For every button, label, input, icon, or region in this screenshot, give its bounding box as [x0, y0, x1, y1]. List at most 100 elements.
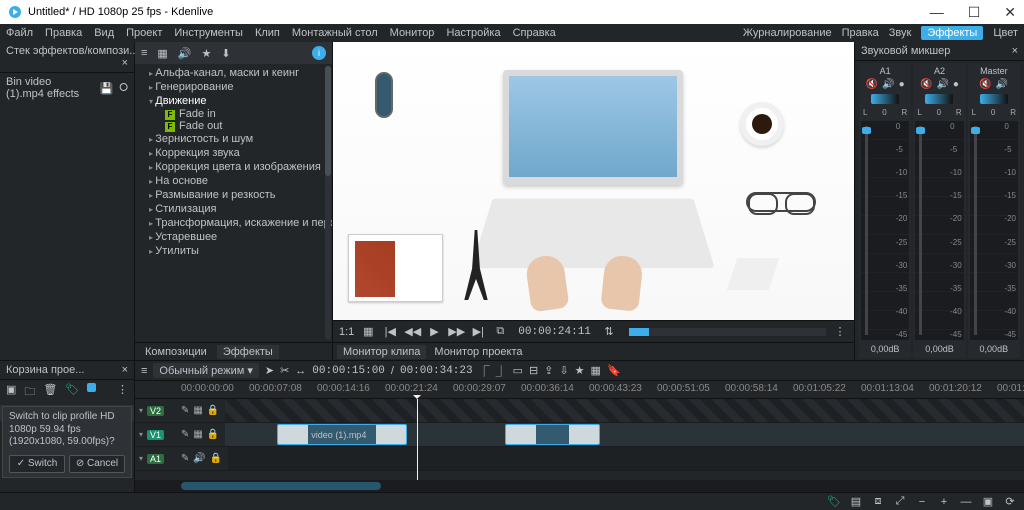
skip-end-icon[interactable]: ▶| — [470, 325, 486, 338]
menu-view[interactable]: Вид — [94, 27, 114, 39]
mixer-close-icon[interactable]: × — [1012, 45, 1018, 57]
timeline-ruler[interactable]: 00:00:00:00 00:00:07:08 00:00:14:16 00:0… — [135, 381, 1024, 399]
pan-slider[interactable] — [925, 94, 953, 104]
expand-track-icon[interactable]: ▾ — [139, 430, 143, 439]
mute-audio-icon[interactable]: 🔊 — [193, 453, 205, 464]
toggle-icon[interactable]: ⭘ — [119, 82, 128, 95]
workspace-color[interactable]: Цвет — [993, 27, 1018, 39]
db-value[interactable]: 0,00dB — [980, 342, 1009, 356]
tab-effects[interactable]: Эффекты — [217, 345, 279, 359]
panel-close-icon[interactable]: × — [122, 57, 128, 69]
skip-start-icon[interactable]: |◀ — [382, 325, 398, 338]
effect-category-motion[interactable]: Движение — [135, 94, 332, 108]
track-lane[interactable] — [228, 447, 1024, 470]
workspace-editing[interactable]: Правка — [842, 27, 879, 39]
maximize-button[interactable]: ☐ — [968, 4, 981, 21]
star-icon[interactable]: ★ — [202, 47, 212, 60]
bin-options-icon[interactable]: ⋮ — [117, 383, 128, 402]
solo-icon[interactable]: 🔊 — [882, 79, 894, 90]
favorite-effects-icon[interactable]: ★ — [575, 364, 585, 377]
playhead[interactable] — [417, 399, 418, 480]
preview-render-icon[interactable]: ▦ — [591, 364, 601, 377]
zone-out-icon[interactable]: ⏌ — [496, 363, 507, 379]
solo-icon[interactable]: 🔊 — [936, 79, 948, 90]
mute-icon[interactable]: 🔇 — [866, 79, 878, 90]
workspace-logging[interactable]: Журналирование — [743, 27, 832, 39]
minimize-button[interactable]: — — [930, 4, 944, 21]
timeline-clip[interactable]: video (1).mp4 — [277, 424, 407, 445]
effects-scrollbar-thumb[interactable] — [325, 66, 331, 176]
effect-category-color-correction[interactable]: Коррекция цвета и изображения — [135, 160, 332, 174]
overwrite-icon[interactable]: ▭ — [513, 364, 523, 377]
rewind-icon[interactable]: ◀◀ — [404, 325, 420, 338]
track-label[interactable]: V1 — [147, 430, 164, 440]
download-icon[interactable]: ⬇ — [221, 47, 230, 60]
menu-file[interactable]: Файл — [6, 27, 33, 39]
status-thumbs-icon[interactable]: ▤ — [848, 495, 864, 509]
status-snap-icon[interactable]: ⧈ — [870, 495, 886, 509]
rec-icon[interactable]: ● — [899, 79, 905, 90]
new-folder-icon[interactable]: 🗀 — [24, 383, 35, 402]
zoom-ratio[interactable]: 1:1 — [339, 326, 354, 338]
fader-thumb[interactable] — [862, 127, 871, 134]
effect-fade-in[interactable]: FFade in — [135, 108, 332, 120]
edit-track-icon[interactable]: ✎ — [181, 453, 189, 464]
track-lane[interactable]: video (1).mp4 — [225, 423, 1024, 446]
monitor-viewport[interactable] — [333, 42, 854, 320]
play-icon[interactable]: ▶ — [426, 325, 442, 338]
mute-track-icon[interactable]: ▦ — [193, 429, 202, 440]
profile-switch-button[interactable]: ✓ Switch — [9, 455, 65, 474]
monitor-options-icon[interactable]: ⋮ — [832, 325, 848, 338]
menu-help[interactable]: Справка — [513, 27, 556, 39]
tag-icon[interactable]: 🏷 — [65, 383, 79, 402]
track-label[interactable]: A1 — [147, 454, 164, 464]
pan-slider[interactable] — [871, 94, 899, 104]
workspace-audio[interactable]: Звук — [889, 27, 912, 39]
marker-icon[interactable]: ⧉ — [492, 325, 508, 338]
speaker-icon[interactable]: 🔊 — [178, 47, 192, 60]
lock-track-icon[interactable]: 🔒 — [207, 405, 219, 416]
bin-close-icon[interactable]: × — [122, 364, 128, 376]
close-button[interactable]: ✕ — [1004, 4, 1016, 21]
timeline-clip[interactable] — [505, 424, 600, 445]
effect-category-stylize[interactable]: Стилизация — [135, 202, 332, 216]
effect-fade-out[interactable]: FFade out — [135, 120, 332, 132]
expand-track-icon[interactable]: ▾ — [139, 406, 143, 415]
edit-mode-dropdown[interactable]: Обычный режим ▾ — [153, 363, 258, 378]
monitor-timecode[interactable]: 00:00:24:11 — [514, 326, 595, 338]
lock-track-icon[interactable]: 🔒 — [207, 429, 219, 440]
menu-monitor[interactable]: Монитор — [390, 27, 435, 39]
lift-icon[interactable]: ⇪ — [544, 364, 553, 377]
grid-icon[interactable]: ▦ — [360, 325, 376, 338]
tab-clip-monitor[interactable]: Монитор клипа — [337, 345, 426, 359]
zone-in-icon[interactable]: ⎾ — [479, 363, 490, 379]
tab-compositions[interactable]: Композиции — [139, 345, 213, 359]
effect-category-utilities[interactable]: Утилиты — [135, 244, 332, 258]
status-zoom-out-icon[interactable]: − — [914, 495, 930, 509]
effect-category-blur-sharpen[interactable]: Размывание и резкость — [135, 188, 332, 202]
timeline-position[interactable]: 00:00:15:00 — [312, 365, 385, 377]
expand-track-icon[interactable]: ▾ — [139, 454, 143, 463]
menu-tools[interactable]: Инструменты — [174, 27, 243, 39]
timeline-zoom-bar[interactable] — [135, 480, 1024, 492]
mute-icon[interactable]: 🔇 — [979, 79, 991, 90]
lock-track-icon[interactable]: 🔒 — [210, 453, 222, 464]
effect-category-transform[interactable]: Трансформация, искажение и перспектива — [135, 216, 332, 230]
zoom-thumb[interactable] — [181, 482, 381, 490]
forward-icon[interactable]: ▶▶ — [448, 325, 464, 338]
profile-cancel-button[interactable]: ⊘ Cancel — [69, 455, 125, 474]
tab-project-monitor[interactable]: Монитор проекта — [428, 345, 528, 359]
effects-tree[interactable]: Альфа-канал, маски и кеинг Генерирование… — [135, 64, 332, 342]
mute-track-icon[interactable]: ▦ — [193, 405, 202, 416]
fader-thumb[interactable] — [971, 127, 980, 134]
db-value[interactable]: 0,00dB — [871, 342, 900, 356]
effect-category-based-on[interactable]: На основе — [135, 174, 332, 188]
menu-edit[interactable]: Правка — [45, 27, 82, 39]
filter-icon[interactable] — [87, 383, 96, 392]
status-zoom-in-icon[interactable]: + — [936, 495, 952, 509]
edit-track-icon[interactable]: ✎ — [181, 405, 189, 416]
status-zoombar-icon[interactable]: — — [958, 495, 974, 509]
track-menu-icon[interactable]: ≡ — [141, 365, 147, 377]
mute-icon[interactable]: 🔇 — [920, 79, 932, 90]
insert-icon[interactable]: ⊟ — [529, 364, 538, 377]
